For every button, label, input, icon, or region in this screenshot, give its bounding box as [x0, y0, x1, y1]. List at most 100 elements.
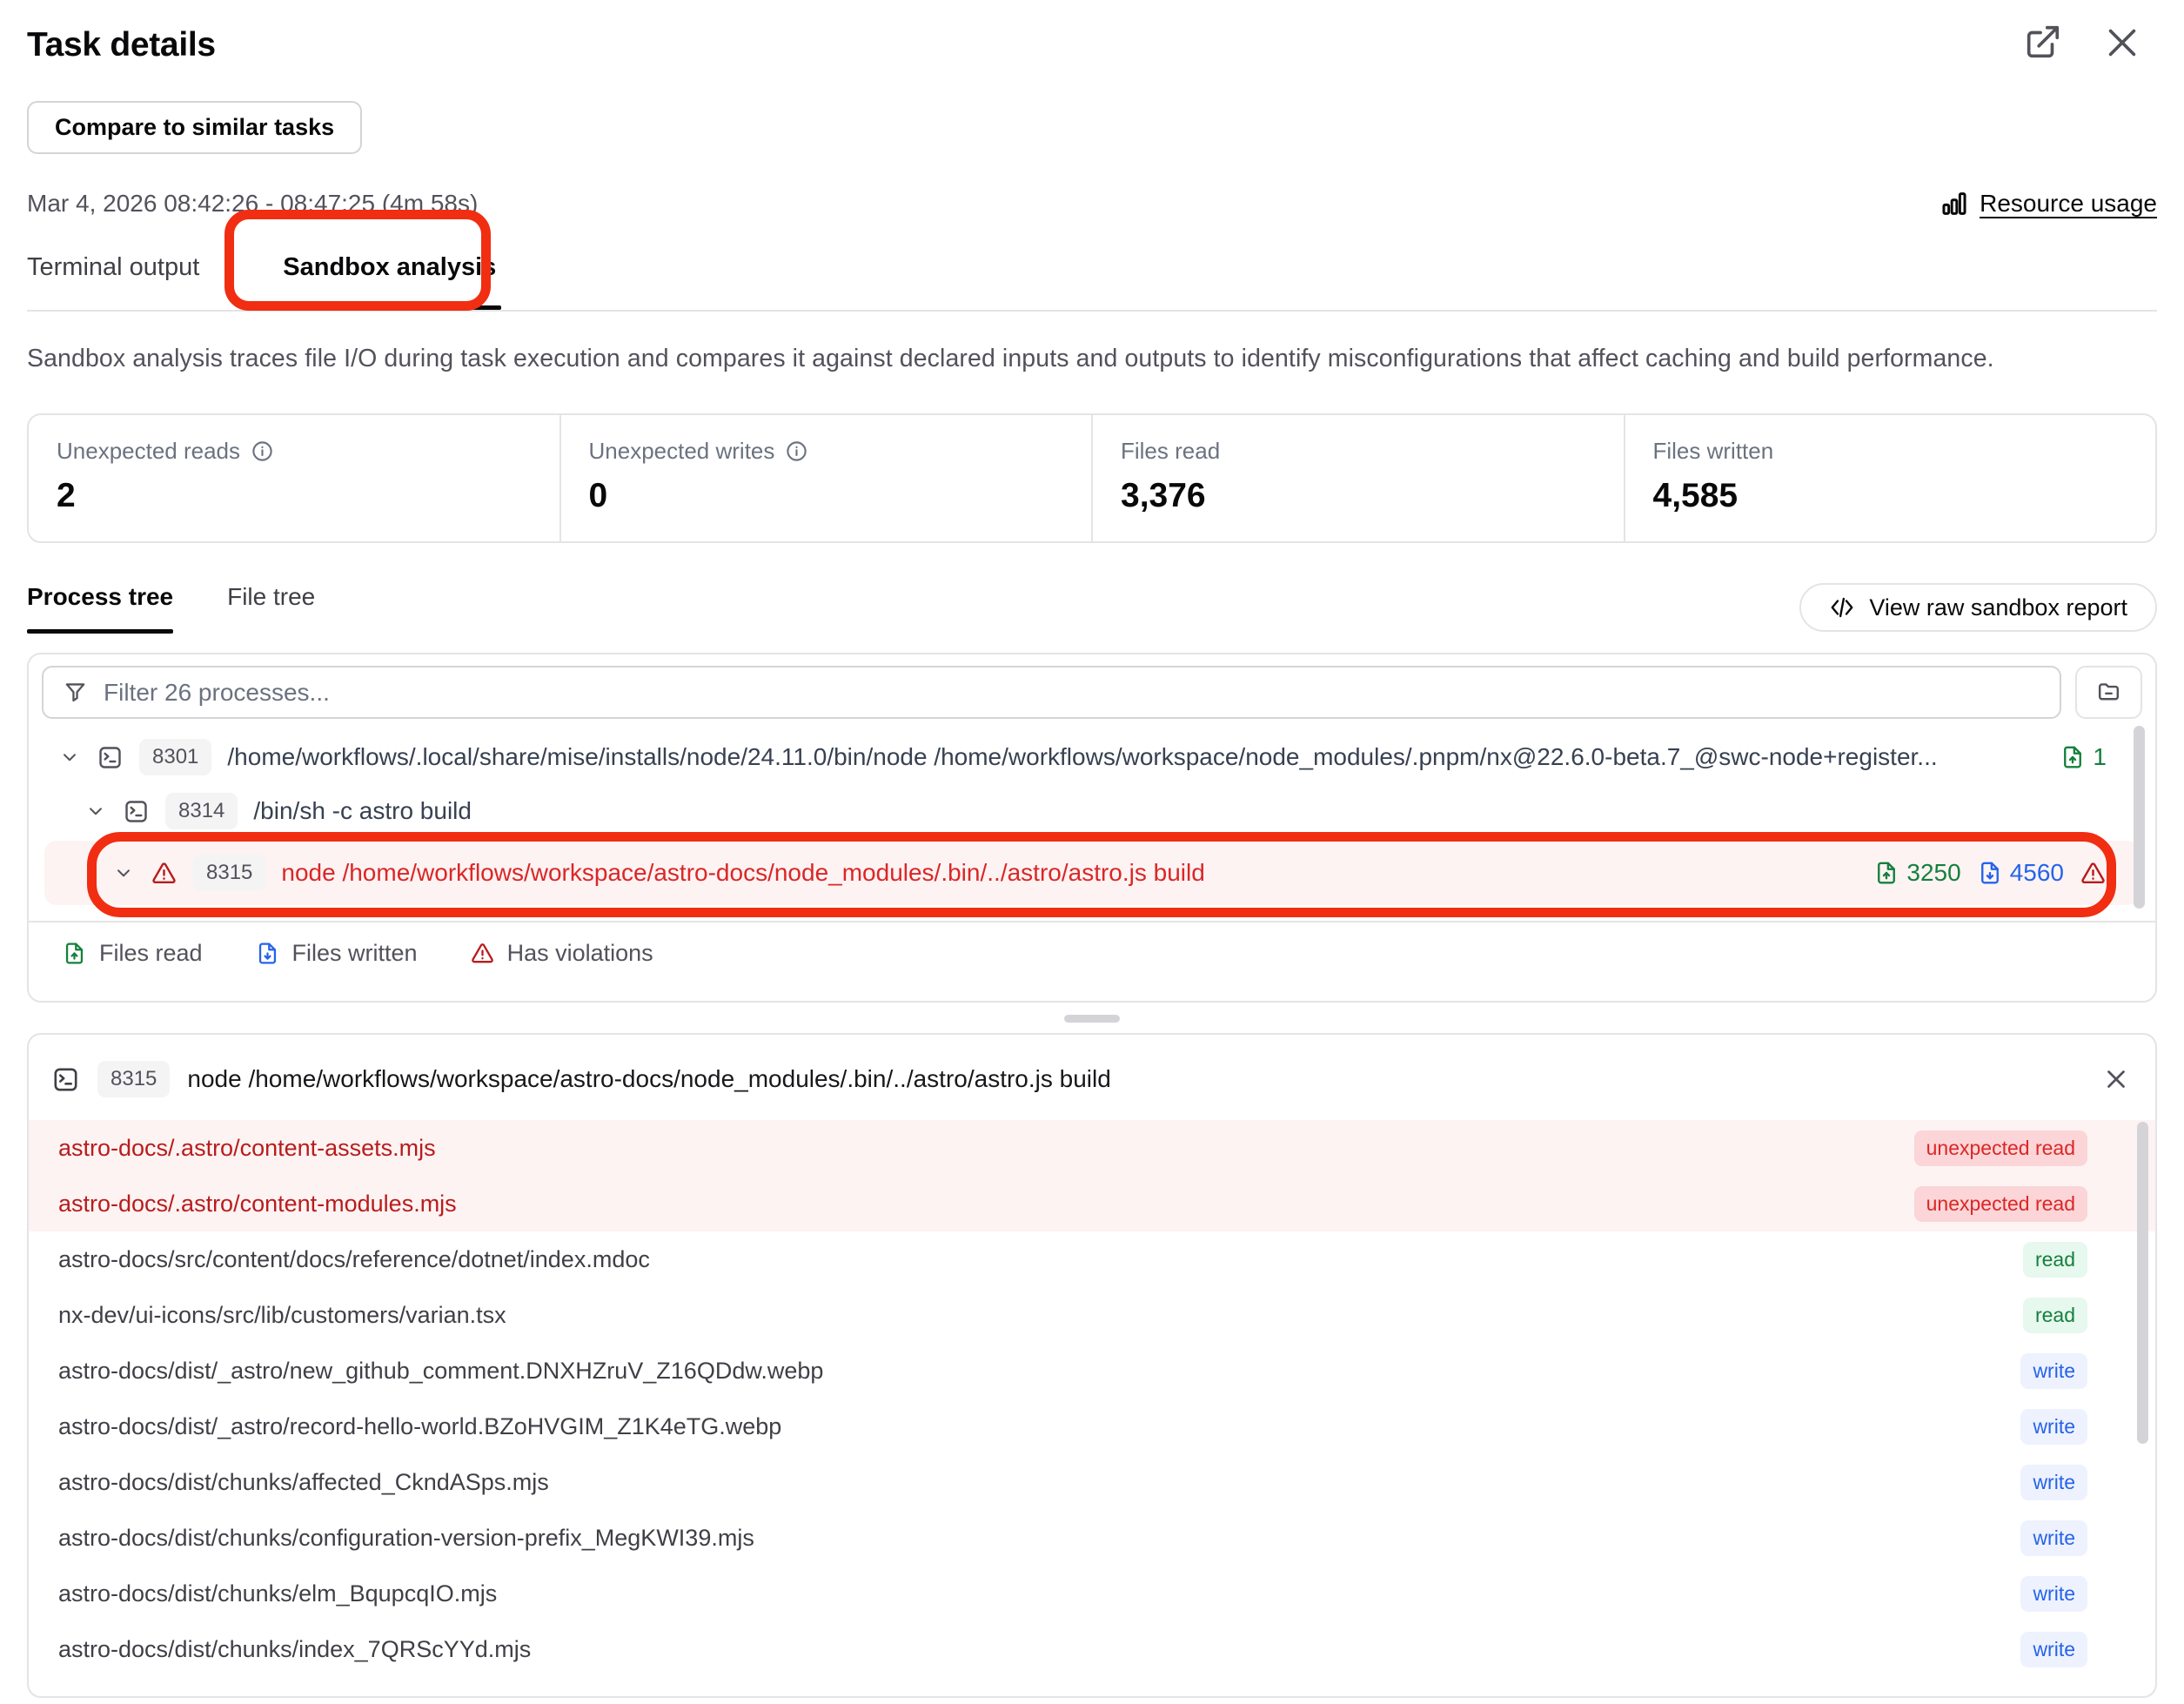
process-row-8314[interactable]: 8314 /bin/sh -c astro build [29, 787, 2155, 835]
stat-label: Unexpected reads [57, 438, 240, 465]
status-badge: write [2020, 1409, 2087, 1445]
tabs-divider [27, 310, 2157, 312]
close-icon[interactable] [2102, 23, 2142, 63]
file-path: astro-docs/dist/_astro/new_github_commen… [58, 1358, 2020, 1385]
close-detail-icon[interactable] [2101, 1064, 2131, 1094]
legend-has-violations: Has violations [470, 940, 653, 967]
stat-value: 0 [589, 477, 1092, 515]
terminal-icon [51, 1065, 80, 1094]
file-read-icon [62, 941, 87, 966]
bar-chart-icon [1939, 189, 1969, 218]
file-row[interactable]: nx-dev/ui-icons/src/lib/customers/varian… [29, 1287, 2155, 1343]
terminal-icon [123, 798, 150, 825]
pid-badge: 8315 [193, 855, 265, 891]
process-tree-panel: 8301 /home/workflows/.local/share/mise/i… [27, 653, 2157, 1003]
process-row-8301[interactable]: 8301 /home/workflows/.local/share/mise/i… [29, 733, 2155, 782]
process-command: /home/workflows/.local/share/mise/instal… [227, 743, 2044, 771]
file-row[interactable]: astro-docs/src/content/docs/reference/do… [29, 1231, 2155, 1287]
resource-usage-link[interactable]: Resource usage [1939, 189, 2157, 218]
stats-summary: Unexpected reads 2 Unexpected writes 0 F… [27, 413, 2157, 543]
process-command: /bin/sh -c astro build [253, 797, 2107, 825]
file-path: astro-docs/dist/chunks/elm_BqupcqIO.mjs [58, 1580, 2020, 1607]
violation-icon [2080, 860, 2107, 887]
status-badge: unexpected read [1914, 1130, 2087, 1166]
task-date-range: Mar 4, 2026 08:42:26 - 08:47:25 (4m 58s) [27, 190, 478, 218]
status-badge: write [2020, 1576, 2087, 1612]
file-path: astro-docs/dist/chunks/index_7QRScYYd.mj… [58, 1636, 2020, 1663]
file-path: astro-docs/dist/chunks/configuration-ver… [58, 1525, 2020, 1552]
tab-terminal-output[interactable]: Terminal output [27, 253, 199, 310]
status-badge: write [2020, 1353, 2087, 1389]
legend: Files read Files written Has violations [29, 921, 2155, 983]
file-list: astro-docs/.astro/content-assets.mjs une… [29, 1120, 2155, 1677]
file-path: astro-docs/.astro/content-modules.mjs [58, 1191, 1914, 1218]
chevron-down-icon[interactable] [84, 800, 107, 822]
tab-sandbox-analysis[interactable]: Sandbox analysis [283, 253, 496, 310]
file-row[interactable]: astro-docs/dist/chunks/affected_CkndASps… [29, 1454, 2155, 1510]
file-read-icon [1873, 860, 1899, 886]
file-row[interactable]: astro-docs/dist/chunks/configuration-ver… [29, 1510, 2155, 1566]
collapse-all-button[interactable] [2075, 666, 2142, 719]
file-list-scrollbar[interactable] [2137, 1122, 2148, 1444]
warning-triangle-icon [151, 860, 178, 887]
pid-badge: 8314 [165, 793, 238, 829]
info-icon[interactable] [785, 439, 808, 463]
process-command: node /home/workflows/workspace/astro-doc… [281, 859, 1204, 887]
file-row[interactable]: astro-docs/dist/chunks/index_7QRScYYd.mj… [29, 1621, 2155, 1677]
view-raw-sandbox-report-button[interactable]: View raw sandbox report [1799, 583, 2157, 632]
status-badge: unexpected read [1914, 1186, 2087, 1222]
stat-files-written: Files written 4,585 [1624, 415, 2156, 541]
file-path: astro-docs/dist/chunks/affected_CkndASps… [58, 1469, 2020, 1496]
process-row-8315[interactable]: 8315 node /home/workflows/workspace/astr… [44, 841, 2140, 905]
file-row[interactable]: astro-docs/dist/_astro/record-hello-worl… [29, 1399, 2155, 1454]
file-path: astro-docs/dist/_astro/record-hello-worl… [58, 1413, 2020, 1440]
page-title: Task details [27, 26, 2157, 64]
file-row[interactable]: astro-docs/dist/chunks/elm_BqupcqIO.mjs … [29, 1566, 2155, 1621]
status-badge: read [2023, 1242, 2087, 1278]
info-icon[interactable] [251, 439, 274, 463]
chevron-down-icon[interactable] [112, 862, 135, 884]
file-row[interactable]: astro-docs/dist/_astro/new_github_commen… [29, 1343, 2155, 1399]
open-in-new-tab-icon[interactable] [2022, 23, 2062, 63]
file-path: nx-dev/ui-icons/src/lib/customers/varian… [58, 1302, 2023, 1329]
file-row[interactable]: astro-docs/.astro/content-assets.mjs une… [29, 1120, 2155, 1176]
task-details-panel: Task details Compare to similar tasks Ma… [0, 0, 2184, 1704]
warning-triangle-icon [470, 941, 495, 966]
legend-files-read: Files read [62, 940, 203, 967]
status-badge: write [2020, 1632, 2087, 1667]
filter-icon [63, 680, 88, 705]
chevron-down-icon[interactable] [58, 746, 81, 768]
terminal-icon [97, 744, 124, 771]
stat-value: 4,585 [1653, 477, 2156, 515]
file-read-icon [2060, 744, 2086, 770]
file-write-icon [1977, 860, 2003, 886]
stat-unexpected-reads: Unexpected reads 2 [29, 415, 559, 541]
panel-resize-handle[interactable] [1064, 1015, 1120, 1023]
stat-label: Files written [1653, 438, 1774, 465]
status-badge: write [2020, 1520, 2087, 1556]
process-filter-input[interactable] [104, 679, 2040, 707]
files-read-count: 3250 [1873, 859, 1960, 887]
tab-process-tree[interactable]: Process tree [27, 583, 173, 634]
status-badge: read [2023, 1298, 2087, 1333]
file-row[interactable]: astro-docs/.astro/content-modules.mjs un… [29, 1176, 2155, 1231]
stat-unexpected-writes: Unexpected writes 0 [559, 415, 1092, 541]
stat-label: Files read [1121, 438, 1220, 465]
tab-file-tree[interactable]: File tree [227, 583, 315, 634]
pid-badge: 8315 [97, 1061, 170, 1097]
file-path: astro-docs/.astro/content-assets.mjs [58, 1135, 1914, 1162]
stat-files-read: Files read 3,376 [1091, 415, 1624, 541]
status-badge: write [2020, 1465, 2087, 1500]
detail-command: node /home/workflows/workspace/astro-doc… [187, 1065, 2084, 1093]
legend-files-written: Files written [255, 940, 418, 967]
files-written-count: 4560 [1977, 859, 2064, 887]
folder-minus-icon [2095, 679, 2122, 706]
code-icon [1829, 594, 1855, 621]
process-tree-scrollbar[interactable] [2134, 726, 2145, 909]
file-write-icon [255, 941, 280, 966]
files-read-count: 1 [2060, 743, 2107, 771]
file-path: astro-docs/src/content/docs/reference/do… [58, 1246, 2023, 1273]
process-detail-panel: 8315 node /home/workflows/workspace/astr… [27, 1033, 2157, 1698]
compare-to-similar-tasks-button[interactable]: Compare to similar tasks [27, 101, 362, 154]
process-filter-box[interactable] [42, 666, 2061, 719]
